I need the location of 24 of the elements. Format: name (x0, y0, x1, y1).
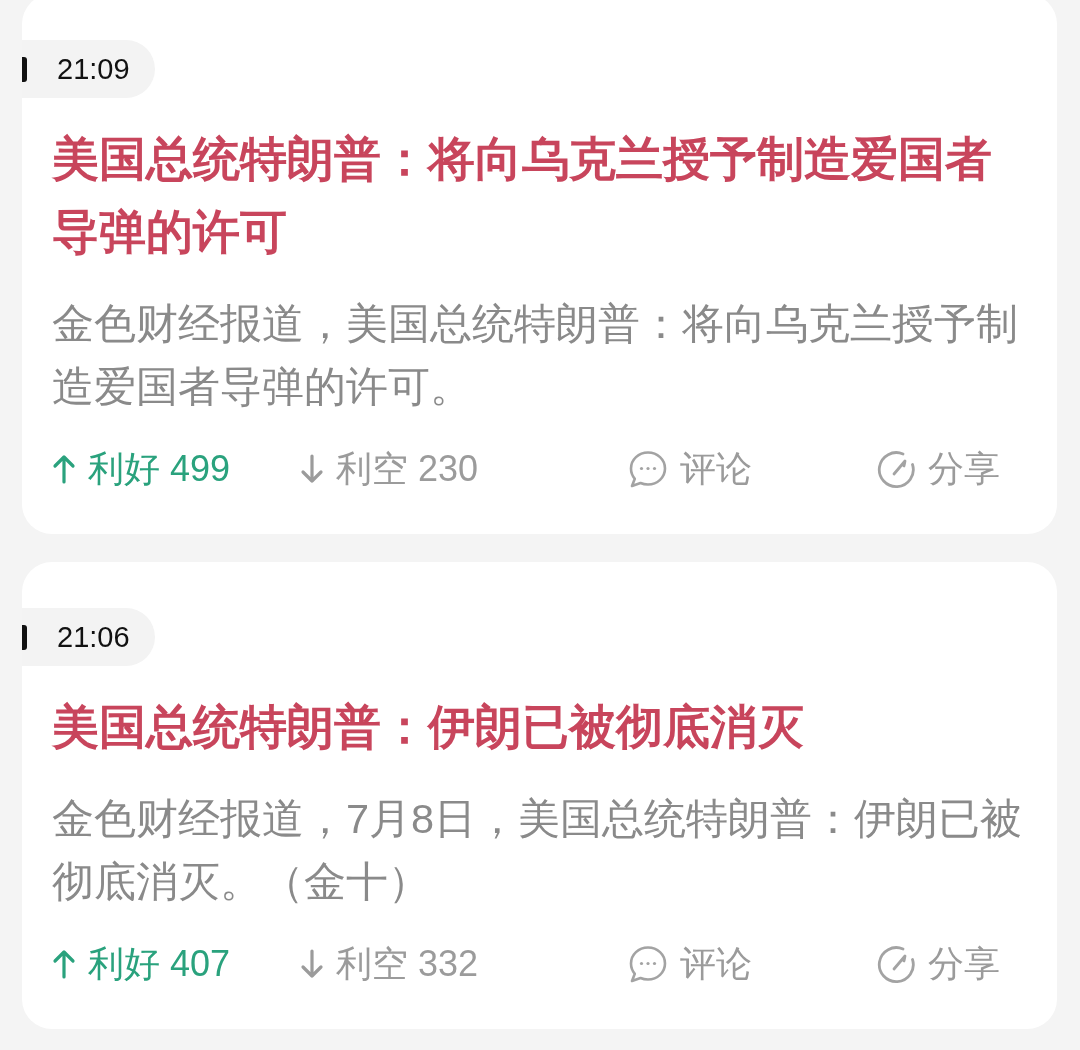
arrow-up-icon (52, 454, 76, 484)
bearish-vote-button[interactable]: 利空 230 (300, 444, 479, 494)
news-summary: 金色财经报道，美国总统特朗普：将向乌克兰授予制造爱国者导弹的许可。 (52, 299, 1019, 412)
news-headline: 美国总统特朗普：伊朗已被彻底消灭 (52, 699, 805, 755)
speech-bubble-icon (628, 944, 668, 984)
comment-button[interactable]: 评论 (628, 939, 752, 989)
bearish-vote-button[interactable]: 利空 332 (300, 939, 479, 989)
speech-bubble-icon (628, 449, 668, 489)
timeline-marker-icon (22, 56, 27, 82)
arrow-up-icon (52, 949, 76, 979)
timeline-marker-icon (22, 624, 27, 650)
bullish-vote-button[interactable]: 利好 499 (52, 444, 231, 494)
share-icon (876, 449, 916, 489)
share-icon (876, 944, 916, 984)
bullish-vote-button[interactable]: 利好 407 (52, 939, 231, 989)
time-text: 21:06 (57, 620, 130, 655)
news-headline: 美国总统特朗普：将向乌克兰授予制造爱国者导弹的许可 (52, 131, 993, 260)
time-text: 21:09 (57, 52, 130, 87)
arrow-down-icon (300, 454, 324, 484)
news-summary: 金色财经报道，7月8日，美国总统特朗普：伊朗已被彻底消灭。（金十） (52, 794, 1024, 907)
comment-button[interactable]: 评论 (628, 444, 752, 494)
share-button[interactable]: 分享 (876, 939, 1000, 989)
share-button[interactable]: 分享 (876, 444, 1000, 494)
arrow-down-icon (300, 949, 324, 979)
